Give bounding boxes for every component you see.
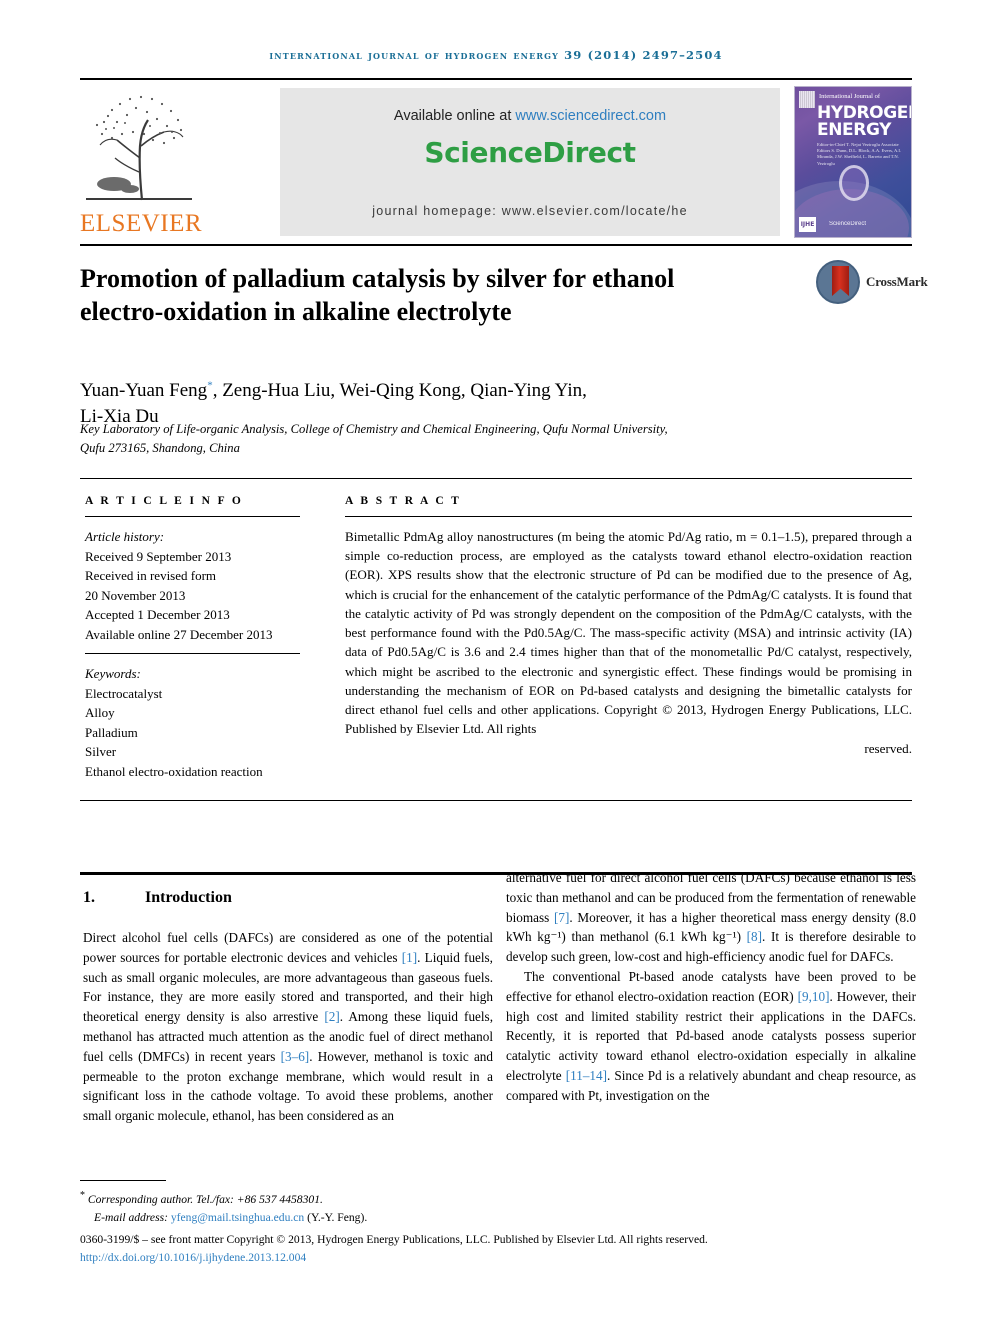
- abstract-divider: [345, 516, 912, 517]
- email-note: E-mail address: yfeng@mail.tsinghua.edu.…: [80, 1209, 912, 1227]
- history-item: Available online 27 December 2013: [85, 626, 273, 642]
- history-item: Received 9 September 2013: [85, 548, 232, 564]
- cover-title-energy: ENERGY: [817, 120, 892, 140]
- crossmark-label: CrossMark: [866, 274, 928, 289]
- cover-editors: Editor-in-Chief T. Nejat Veziroglu Assoc…: [817, 142, 902, 166]
- running-head: International Journal of Hydrogen Energy…: [80, 48, 912, 62]
- article-history-label: Article history:: [85, 529, 165, 544]
- running-head-text: International Journal of Hydrogen Energy…: [269, 48, 723, 62]
- abstract-paragraph: Bimetallic PdmAg alloy nanostructures (m…: [345, 529, 912, 718]
- footnote-star-marker: *: [80, 1190, 85, 1201]
- masthead-rule: [80, 244, 912, 246]
- crossmark-ribbon-icon: [832, 266, 849, 296]
- history-item: Received in revised form: [85, 568, 217, 583]
- sciencedirect-logo: ScienceDirect: [424, 136, 636, 169]
- author-line-1-rest: , Zeng-Hua Liu, Wei-Qing Kong, Qian-Ying…: [212, 380, 587, 401]
- page-title: Promotion of palladium catalysis by silv…: [80, 264, 675, 327]
- keywords-block: Keywords: Electrocatalyst Alloy Palladiu…: [85, 664, 300, 781]
- citation-ref[interactable]: [3–6]: [281, 1049, 310, 1064]
- keyword-item: Silver: [85, 744, 117, 759]
- intro-right-column: alternative fuel for direct alcohol fuel…: [506, 868, 916, 1106]
- author-line-1: Yuan-Yuan Feng: [80, 380, 208, 401]
- cover-sciencedirect-mark: ScienceDirect: [829, 221, 867, 228]
- intro-paragraph-2: The conventional Pt-based anode catalyst…: [506, 967, 916, 1106]
- sciencedirect-banner: Available online at www.sciencedirect.co…: [280, 88, 780, 236]
- email-link[interactable]: yfeng@mail.tsinghua.edu.cn: [171, 1211, 304, 1224]
- elsevier-logo: ELSEVIER: [80, 86, 203, 238]
- info-bottom-rule: [80, 800, 912, 801]
- section-heading-introduction: 1. Introduction: [83, 886, 493, 910]
- keyword-item: Ethanol electro-oxidation reaction: [85, 763, 263, 779]
- article-info-divider: [85, 516, 300, 517]
- affiliation-line-2: Qufu 273165, Shandong, China: [80, 440, 240, 455]
- journal-cover-thumbnail: International Journal of HYDROGEN ENERGY…: [794, 86, 912, 238]
- masthead: ELSEVIER Available online at www.science…: [80, 86, 912, 238]
- email-label: E-mail address:: [94, 1210, 171, 1224]
- keyword-item: Palladium: [85, 724, 138, 740]
- sciencedirect-url-link[interactable]: www.sciencedirect.com: [515, 108, 666, 124]
- cover-ring-graphic: [839, 165, 869, 201]
- citation-ref[interactable]: [7]: [554, 910, 569, 925]
- article-info-column: A R T I C L E I N F O Article history: R…: [85, 495, 300, 781]
- citation-ref[interactable]: [2]: [324, 1009, 339, 1024]
- cover-subtitle: International Journal of: [819, 93, 881, 100]
- available-online-prefix: Available online at: [393, 108, 516, 124]
- abstract-column: A B S T R A C T Bimetallic PdmAg alloy n…: [345, 495, 912, 758]
- keyword-item: Electrocatalyst: [85, 685, 163, 701]
- citation-ref[interactable]: [11–14]: [566, 1068, 607, 1083]
- abstract-copyright-tail: reserved.: [864, 740, 912, 756]
- section-number: 1.: [83, 889, 95, 906]
- issn-copyright-line: 0360-3199/$ – see front matter Copyright…: [80, 1232, 708, 1246]
- affiliation: Key Laboratory of Life-organic Analysis,…: [80, 420, 720, 458]
- abstract-body: Bimetallic PdmAg alloy nanostructures (m…: [345, 527, 912, 758]
- info-top-rule: [80, 478, 912, 479]
- crossmark-logo[interactable]: CrossMark: [816, 260, 928, 310]
- footnote-rule: [80, 1180, 166, 1181]
- intro-paragraph-1-cont: alternative fuel for direct alcohol fuel…: [506, 868, 916, 967]
- cover-barcode-icon: [799, 91, 815, 108]
- keywords-label: Keywords:: [85, 666, 141, 681]
- keywords-divider: [85, 653, 300, 654]
- corresponding-author-note: * Corresponding author. Tel./fax: +86 53…: [80, 1188, 912, 1209]
- doi-link[interactable]: http://dx.doi.org/10.1016/j.ijhydene.201…: [80, 1249, 912, 1267]
- top-rule: [80, 78, 912, 80]
- email-suffix: (Y.-Y. Feng).: [304, 1210, 368, 1224]
- affiliation-line-1: Key Laboratory of Life-organic Analysis,…: [80, 422, 668, 436]
- keyword-item: Alloy: [85, 705, 115, 720]
- citation-ref[interactable]: [9,10]: [798, 989, 830, 1004]
- history-item: Accepted 1 December 2013: [85, 607, 230, 622]
- corresponding-author-text: Corresponding author. Tel./fax: +86 537 …: [87, 1192, 323, 1206]
- citation-ref[interactable]: [8]: [747, 929, 762, 944]
- section-title-text: Introduction: [145, 889, 232, 906]
- article-info-heading: A R T I C L E I N F O: [85, 495, 244, 507]
- crossmark-badge-icon: [816, 260, 860, 304]
- journal-homepage-text: journal homepage: www.elsevier.com/locat…: [372, 204, 688, 218]
- intro-left-column: 1. Introduction Direct alcohol fuel cells…: [83, 886, 493, 1126]
- elsevier-wordmark: ELSEVIER: [80, 210, 203, 237]
- citation-ref[interactable]: [1]: [402, 950, 417, 965]
- abstract-heading: A B S T R A C T: [345, 495, 462, 507]
- intro-paragraph-1: Direct alcohol fuel cells (DAFCs) are co…: [83, 928, 493, 1126]
- paper-page: International Journal of Hydrogen Energy…: [0, 0, 992, 1323]
- elsevier-tree-icon: [84, 88, 194, 204]
- history-item: 20 November 2013: [85, 587, 186, 603]
- page-footer: * Corresponding author. Tel./fax: +86 53…: [80, 1188, 912, 1267]
- cover-ijhe-badge: IJHE: [799, 217, 816, 232]
- available-online-text: Available online at www.sciencedirect.co…: [280, 108, 780, 124]
